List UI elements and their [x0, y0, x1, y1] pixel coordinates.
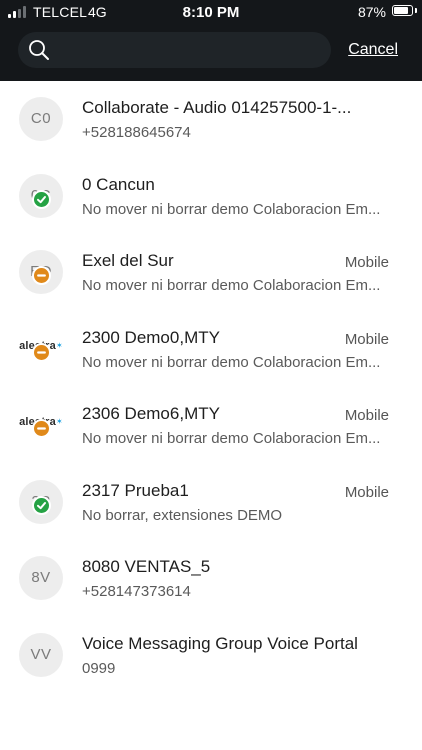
contact-type-label: Mobile	[344, 483, 389, 501]
header: TELCEL 4G 8:10 PM 87% Cancel	[0, 0, 422, 81]
contact-detail: No mover ni borrar demo Colaboracion Em.…	[82, 277, 381, 294]
contact-name: 8080 VENTAS_5	[82, 557, 211, 576]
contact-row[interactable]: EDExel del SurMobileNo mover ni borrar d…	[0, 234, 422, 311]
contact-detail: +528188645674	[82, 124, 191, 141]
busy-minus-icon	[32, 266, 51, 285]
contact-name: 2317 Prueba1	[82, 480, 189, 500]
contact-detail: No borrar, extensiones DEMO	[82, 506, 283, 524]
contact-row[interactable]: 8V 8080 VENTAS_5 +528147373614	[0, 540, 422, 617]
contact-row[interactable]: C0 Collaborate - Audio 014257500-1-... +52…	[0, 81, 422, 158]
contact-row[interactable]: 2P2317 Prueba1MobileNo borrar, extension…	[0, 464, 422, 541]
contact-row[interactable]: alestra✶2306 Demo6,MTYMobileNo mover ni …	[0, 387, 422, 464]
contact-type-label: Mobile	[344, 407, 389, 424]
phone-screen: TELCEL 4G 8:10 PM 87% Cancel C0 Collabora…	[0, 0, 422, 750]
contact-name: Exel del Sur	[82, 251, 174, 270]
cancel-button[interactable]: Cancel	[348, 41, 398, 59]
contact-detail: No mover ni borrar demo Colaboracion Em.…	[82, 353, 381, 371]
contact-detail: +528147373614	[82, 583, 191, 600]
battery-level	[394, 7, 408, 14]
contact-name: 0 Cancun	[82, 174, 155, 194]
status-bar: TELCEL 4G 8:10 PM 87%	[0, 0, 422, 24]
avatar: VV	[19, 632, 63, 677]
search-box[interactable]	[18, 32, 331, 68]
busy-minus-icon	[32, 342, 51, 362]
contact-name: 2306 Demo6,MTY	[82, 404, 220, 423]
available-check-icon	[32, 189, 51, 209]
busy-minus-icon	[32, 419, 51, 438]
contact-row[interactable]: alestra✶2300 Demo0,MTYMobileNo mover ni …	[0, 311, 422, 388]
logo-star-icon: ✶	[55, 417, 63, 426]
contact-name: Collaborate - Audio 014257500-1-...	[82, 98, 352, 117]
contact-detail: 0999	[82, 659, 116, 677]
avatar: 8V	[19, 556, 63, 600]
battery-icon	[392, 5, 413, 16]
avatar: C0	[19, 97, 63, 141]
battery-percentage: 87%	[357, 4, 386, 20]
contact-type-label: Mobile	[344, 330, 389, 348]
contact-row[interactable]: 0C0 CancunNo mover ni borrar demo Colabo…	[0, 158, 422, 235]
contact-detail: No mover ni borrar demo Colaboracion Em.…	[82, 200, 381, 218]
battery-tip	[415, 8, 417, 13]
contact-name: Voice Messaging Group Voice Portal	[82, 633, 358, 653]
contact-detail: No mover ni borrar demo Colaboracion Em.…	[82, 430, 381, 447]
contact-name: 2300 Demo0,MTY	[82, 327, 220, 347]
contact-row[interactable]: VV Voice Messaging Group Voice Portal 0999	[0, 617, 422, 694]
search-icon	[29, 40, 49, 60]
available-check-icon	[32, 495, 51, 515]
logo-star-icon: ✶	[55, 340, 63, 350]
search-input[interactable]	[62, 32, 322, 68]
contact-list: C0 Collaborate - Audio 014257500-1-... +52…	[0, 81, 422, 750]
contact-type-label: Mobile	[344, 254, 389, 271]
